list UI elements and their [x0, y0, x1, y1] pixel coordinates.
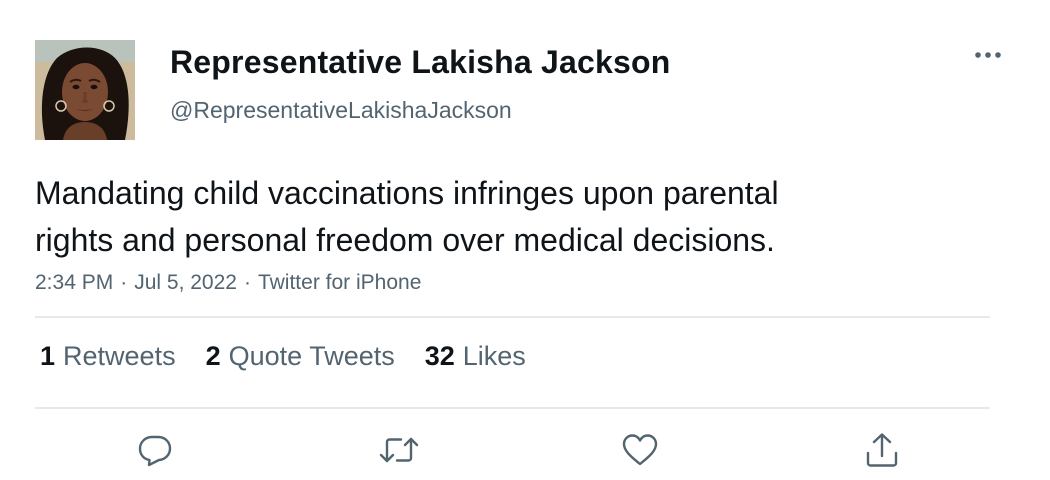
quote-tweets-stat[interactable]: 2 Quote Tweets	[206, 341, 395, 372]
tweet-meta: 2:34 PM · Jul 5, 2022 · Twitter for iPhone	[35, 271, 421, 295]
retweets-count: 1	[40, 341, 56, 371]
display-name[interactable]: Representative Lakisha Jackson	[170, 44, 670, 81]
more-options-button[interactable]	[966, 40, 1010, 70]
quote-tweets-count: 2	[205, 341, 221, 371]
like-icon	[622, 434, 658, 466]
likes-stat[interactable]: 32 Likes	[425, 341, 526, 372]
reply-button[interactable]	[133, 428, 177, 472]
retweets-label: Retweets	[63, 341, 176, 371]
reply-icon	[138, 435, 172, 467]
engagement-stats: 1 Retweets 2 Quote Tweets 32 Likes	[40, 341, 556, 372]
share-button[interactable]	[860, 428, 904, 472]
tweet-time[interactable]: 2:34 PM	[35, 271, 113, 295]
share-icon	[866, 433, 898, 467]
more-icon	[975, 52, 1001, 58]
like-button[interactable]	[618, 428, 662, 472]
tweet-source[interactable]: Twitter for iPhone	[258, 271, 421, 295]
meta-separator: ·	[243, 271, 251, 294]
likes-count: 32	[424, 341, 455, 371]
retweet-icon	[379, 437, 419, 463]
retweets-stat[interactable]: 1 Retweets	[40, 341, 176, 372]
tweet-date[interactable]: Jul 5, 2022	[134, 271, 237, 295]
meta-separator: ·	[120, 271, 128, 294]
avatar[interactable]	[35, 40, 135, 140]
divider	[35, 407, 990, 409]
tweet-text: Mandating child vaccinations infringes u…	[35, 175, 779, 258]
profile-photo-icon	[35, 40, 135, 140]
divider	[35, 316, 990, 318]
likes-label: Likes	[462, 341, 526, 371]
tweet-card: Representative Lakisha Jackson @Represen…	[0, 0, 1050, 480]
user-handle[interactable]: @RepresentativeLakishaJackson	[170, 97, 512, 124]
quote-tweets-label: Quote Tweets	[228, 341, 395, 371]
retweet-button[interactable]	[377, 428, 421, 472]
